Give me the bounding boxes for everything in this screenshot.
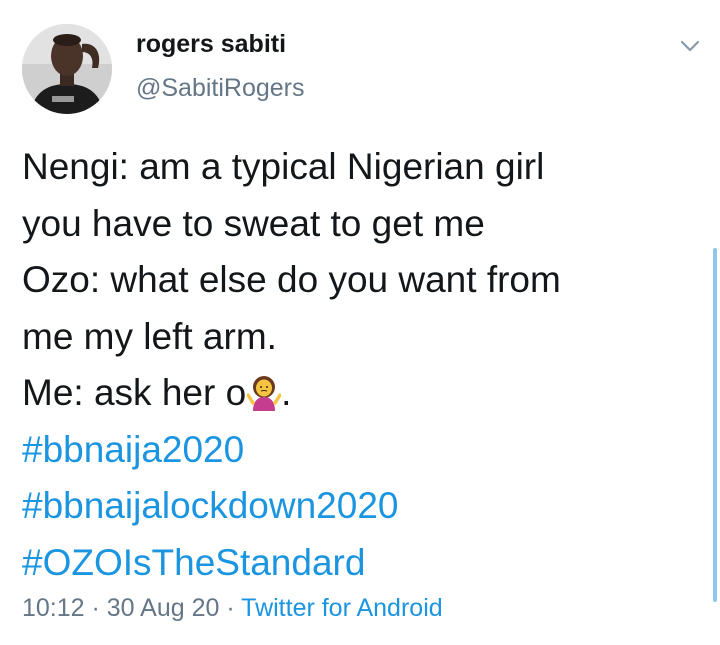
chevron-down-icon[interactable] (678, 34, 702, 58)
tweet-time: 10:12 (22, 594, 85, 622)
hashtag-link[interactable]: #bbnaijalockdown2020 (22, 478, 692, 535)
display-name[interactable]: rogers sabiti (136, 30, 286, 59)
meta-separator: · (219, 594, 242, 622)
tweet-text: Nengi: am a typical Nigerian girl you ha… (22, 139, 692, 591)
tweet-line-with-emoji: Me: ask her o . (22, 365, 692, 422)
woman-shrugging-icon (246, 371, 282, 411)
tweet-line: me my left arm. (22, 315, 277, 357)
scrollbar[interactable] (713, 248, 717, 602)
tweet-line: Ozo: what else do you want from (22, 259, 561, 300)
tweet-line: you have to sweat to get me (22, 202, 485, 244)
tweet-line: Nengi: am a typical Nigerian girl (22, 146, 545, 187)
user-handle[interactable]: @SabitiRogers (136, 74, 305, 103)
tweet-line-text: Me: ask her o (22, 372, 247, 413)
tweet-card[interactable]: rogers sabiti @SabitiRogers Nengi: am a … (0, 0, 720, 645)
avatar[interactable] (22, 24, 112, 114)
avatar-photo (22, 24, 112, 114)
hashtag-link[interactable]: #bbnaija2020 (22, 422, 692, 479)
tweet-line-end: . (281, 372, 292, 413)
meta-separator: · (84, 594, 107, 622)
tweet-source-link[interactable]: Twitter for Android (241, 594, 442, 622)
tweet-date: 30 Aug 20 (106, 594, 220, 622)
hashtag-link[interactable]: #OZOIsTheStandard (22, 535, 692, 592)
tweet-meta: 10:12 · 30 Aug 20 · Twitter for Android (22, 594, 443, 623)
